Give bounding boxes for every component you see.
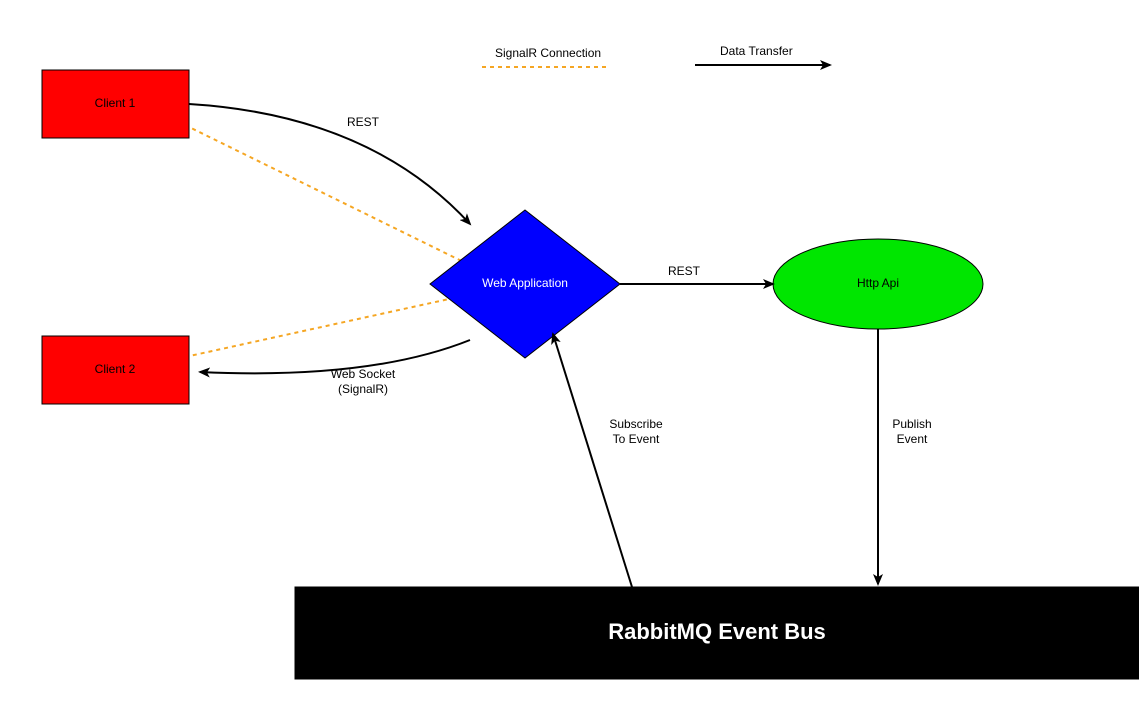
edge-client1-webapp [189,104,470,224]
node-httpapi: Http Api [773,239,983,329]
edge-subscribe-label-1: Subscribe [609,417,663,431]
diagram-canvas: SignalR Connection Data Transfer Client … [0,0,1139,709]
edge-webapp-client2-label-1: Web Socket [331,367,396,381]
edge-publish-label-1: Publish [892,417,931,431]
node-client2-label: Client 2 [95,362,136,376]
edge-publish-label-2: Event [897,432,928,446]
node-webapp: Web Application [430,210,620,358]
legend-signalr-label: SignalR Connection [495,46,601,60]
edge-subscribe-label-2: To Event [613,432,660,446]
signalr-line-client2 [185,290,490,357]
legend: SignalR Connection Data Transfer [482,44,830,67]
edge-webapp-client2-label-2: (SignalR) [338,382,388,396]
node-client2: Client 2 [42,336,189,404]
node-webapp-label: Web Application [482,276,568,290]
edge-eventbus-webapp [553,334,632,587]
node-client1: Client 1 [42,70,189,138]
node-client1-label: Client 1 [95,96,136,110]
node-eventbus: RabbitMQ Event Bus [295,587,1139,679]
node-httpapi-label: Http Api [857,276,899,290]
edge-webapp-httpapi-label: REST [668,264,701,278]
node-eventbus-label: RabbitMQ Event Bus [608,619,826,644]
edge-client1-webapp-label: REST [347,115,380,129]
legend-data-transfer-label: Data Transfer [720,44,793,58]
